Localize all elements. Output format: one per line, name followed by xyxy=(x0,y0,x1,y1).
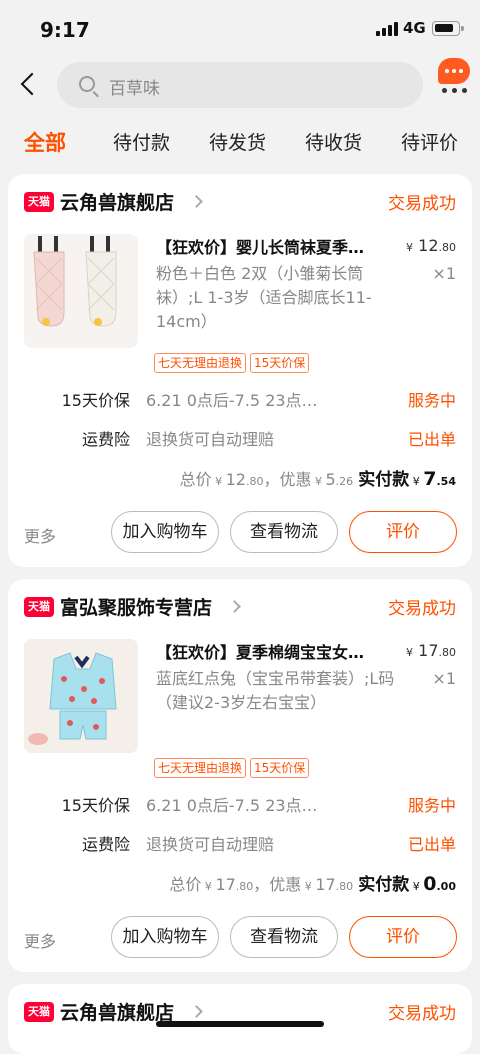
message-icon[interactable] xyxy=(438,58,470,84)
tab-pending-receipt[interactable]: 待收货 xyxy=(305,128,362,155)
view-logistics-button[interactable]: 查看物流 xyxy=(230,511,338,553)
service-label: 运费险 xyxy=(81,430,130,449)
product-image[interactable] xyxy=(24,234,138,348)
product-price: ¥ 12.80 xyxy=(406,236,456,255)
service-desc: 6.21 0点后-7.5 23点… xyxy=(146,796,318,815)
order-status: 交易成功 xyxy=(388,1004,456,1024)
add-to-cart-button[interactable]: 加入购物车 xyxy=(111,916,219,958)
product-price: ¥ 17.80 xyxy=(406,641,456,660)
back-icon[interactable] xyxy=(20,72,44,96)
product-quantity: ×1 xyxy=(432,669,456,688)
service-state[interactable]: 已出单 xyxy=(408,426,456,450)
chevron-right-icon xyxy=(228,600,241,613)
review-button[interactable]: 评价 xyxy=(349,511,457,553)
chevron-right-icon xyxy=(190,195,203,208)
tab-pending-review[interactable]: 待评价 xyxy=(401,128,458,155)
view-logistics-button[interactable]: 查看物流 xyxy=(230,916,338,958)
tab-pending-payment[interactable]: 待付款 xyxy=(113,128,170,155)
tab-all[interactable]: 全部 xyxy=(24,127,66,157)
store-name[interactable]: 云角兽旗舰店 xyxy=(60,188,174,215)
add-to-cart-button[interactable]: 加入购物车 xyxy=(111,511,219,553)
tag-price-protect: 15天价保 xyxy=(250,353,310,373)
battery-icon xyxy=(432,21,464,36)
order-status: 交易成功 xyxy=(388,194,456,214)
product-quantity: ×1 xyxy=(432,264,456,283)
order-card: 天猫 云角兽旗舰店 交易成功 【狂欢价】婴儿长筒袜夏季… ¥ 12.80 粉色＋… xyxy=(8,174,472,567)
service-label: 15天价保 xyxy=(61,391,130,410)
tag-price-protect: 15天价保 xyxy=(250,758,310,778)
tab-pending-shipment[interactable]: 待发货 xyxy=(209,128,266,155)
tmall-badge: 天猫 xyxy=(24,597,54,617)
tag-seven-day-return: 七天无理由退换 xyxy=(154,353,247,373)
tag-seven-day-return: 七天无理由退换 xyxy=(154,758,247,778)
chevron-right-icon xyxy=(190,1005,203,1018)
search-row: 百草味 xyxy=(0,58,480,114)
service-tags: 七天无理由退换 15天价保 xyxy=(154,352,313,373)
home-indicator xyxy=(156,1021,324,1027)
more-link[interactable]: 更多 xyxy=(24,928,56,952)
order-status: 交易成功 xyxy=(388,599,456,619)
service-state[interactable]: 已出单 xyxy=(408,831,456,855)
status-bar: 9:17 4G xyxy=(0,0,480,58)
signal-icon xyxy=(376,22,398,36)
service-label: 15天价保 xyxy=(61,796,130,815)
status-time: 9:17 xyxy=(40,18,90,42)
product-title[interactable]: 【狂欢价】婴儿长筒袜夏季… xyxy=(156,234,394,258)
tmall-badge: 天猫 xyxy=(24,192,54,212)
service-state[interactable]: 服务中 xyxy=(408,792,456,816)
more-dots-icon[interactable] xyxy=(440,88,470,94)
order-totals: 总价 ¥ 12.80，优惠 ¥ 5.26 实付款 ¥ 7.54 xyxy=(179,468,456,490)
order-tabs: 全部 待付款 待发货 待收货 待评价 xyxy=(0,118,480,168)
search-input[interactable]: 百草味 xyxy=(57,62,423,108)
order-card: 天猫 富弘聚服饰专营店 交易成功 【狂欢价】夏季棉绸宝宝女… ¥ 17.80 蓝… xyxy=(8,579,472,972)
product-spec: 蓝底红点兔（宝宝吊带套装）;L码（建议2-3岁左右宝宝） xyxy=(156,669,395,712)
search-placeholder: 百草味 xyxy=(109,79,160,99)
service-desc: 退换货可自动理赔 xyxy=(146,430,275,449)
service-label: 运费险 xyxy=(81,835,130,854)
service-state[interactable]: 服务中 xyxy=(408,387,456,411)
service-desc: 退换货可自动理赔 xyxy=(146,835,275,854)
product-image[interactable] xyxy=(24,639,138,753)
tmall-badge: 天猫 xyxy=(24,1002,54,1022)
more-link[interactable]: 更多 xyxy=(24,523,56,547)
store-name[interactable]: 富弘聚服饰专营店 xyxy=(60,593,212,620)
order-totals: 总价 ¥ 17.80，优惠 ¥ 17.80 实付款 ¥ 0.00 xyxy=(169,873,456,895)
order-card: 天猫 云角兽旗舰店 交易成功 xyxy=(8,984,472,1054)
search-icon xyxy=(79,76,95,92)
review-button[interactable]: 评价 xyxy=(349,916,457,958)
service-tags: 七天无理由退换 15天价保 xyxy=(154,757,313,778)
network-type: 4G xyxy=(403,19,426,37)
service-desc: 6.21 0点后-7.5 23点… xyxy=(146,391,318,410)
product-title[interactable]: 【狂欢价】夏季棉绸宝宝女… xyxy=(156,639,394,663)
product-spec: 粉色＋白色 2双（小雏菊长筒袜）;L 1-3岁（适合脚底长11-14cm） xyxy=(156,264,372,331)
